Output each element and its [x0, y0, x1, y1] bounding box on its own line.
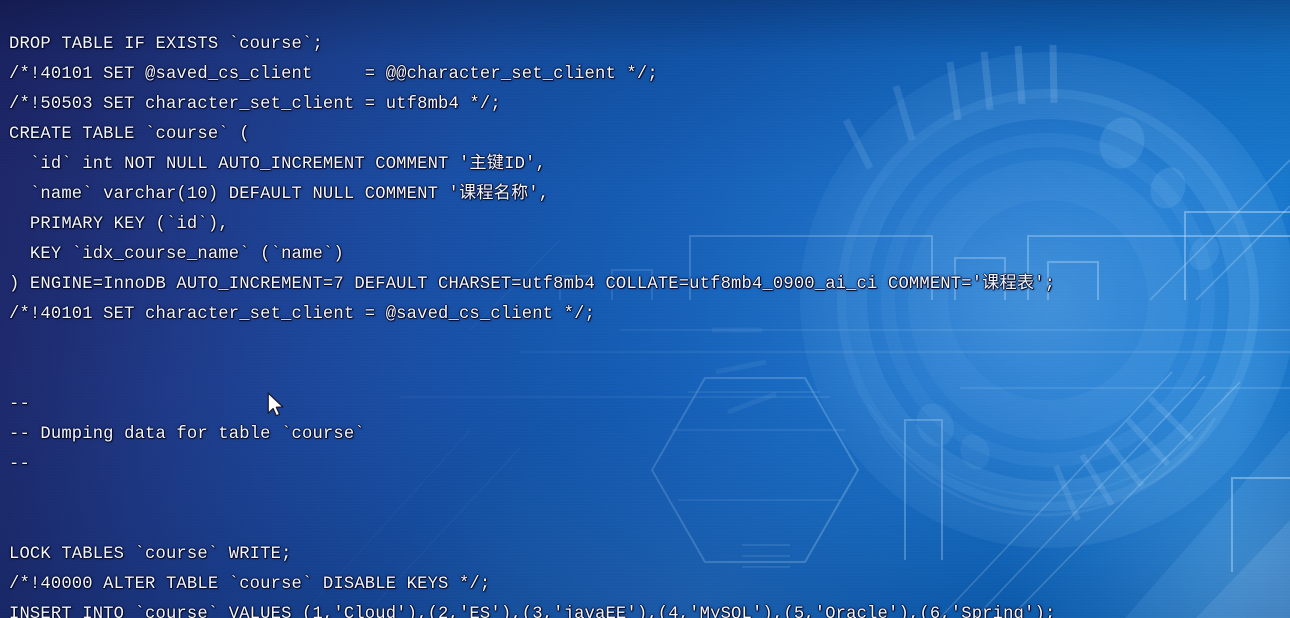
sql-line: CREATE TABLE `course` (	[9, 125, 250, 145]
sql-line: /*!40101 SET @saved_cs_client = @@charac…	[9, 65, 658, 85]
sql-line	[9, 360, 1290, 390]
sql-dump-text: DROP TABLE IF EXISTS `course`; /*!40101 S…	[0, 17, 1290, 618]
sql-line: /*!50503 SET character_set_client = utf8…	[9, 95, 501, 115]
sql-line: --	[9, 455, 30, 475]
sql-line: PRIMARY KEY (`id`),	[9, 215, 229, 235]
sql-line	[9, 480, 1290, 510]
sql-line: DROP TABLE IF EXISTS `course`;	[9, 35, 323, 55]
sql-line	[9, 330, 1290, 360]
desktop-screen: DROP TABLE IF EXISTS `course`; /*!40101 S…	[0, 0, 1290, 618]
sql-line: INSERT INTO `course` VALUES (1,'Cloud'),…	[9, 605, 1056, 618]
sql-line: -- Dumping data for table `course`	[9, 425, 365, 445]
sql-line: ) ENGINE=InnoDB AUTO_INCREMENT=7 DEFAULT…	[9, 275, 1056, 295]
sql-line	[9, 510, 1290, 540]
sql-line: `name` varchar(10) DEFAULT NULL COMMENT …	[9, 185, 550, 205]
sql-line: --	[9, 395, 30, 415]
sql-line: /*!40000 ALTER TABLE `course` DISABLE KE…	[9, 575, 491, 595]
sql-line: KEY `idx_course_name` (`name`)	[9, 245, 344, 265]
sql-line: /*!40101 SET character_set_client = @sav…	[9, 305, 595, 325]
sql-line: `id` int NOT NULL AUTO_INCREMENT COMMENT…	[9, 155, 546, 175]
sql-line: LOCK TABLES `course` WRITE;	[9, 545, 292, 565]
